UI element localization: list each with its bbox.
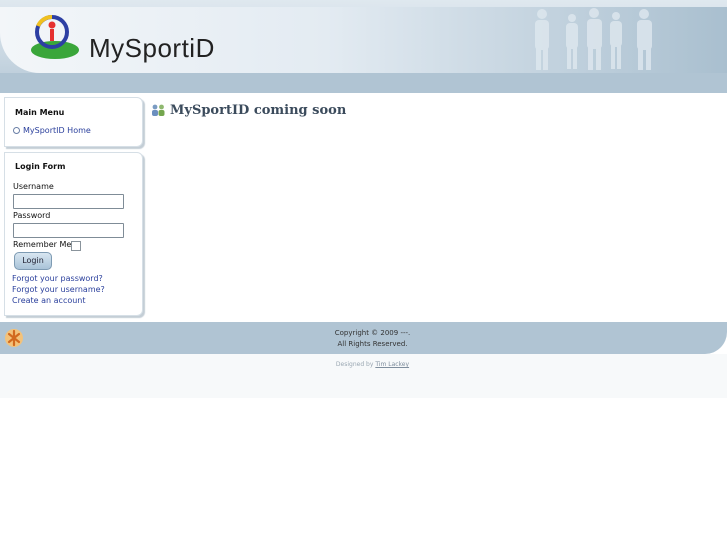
main-menu-panel: Main Menu MySportID Home [4,97,143,147]
username-label: Username [13,182,54,191]
forgot-username-link[interactable]: Forgot your username? [12,285,105,294]
logo-text[interactable]: MySportiD [89,33,215,64]
header-band [0,73,727,93]
remember-me-checkbox[interactable] [71,241,81,251]
page-heading: MySportID coming soon [170,103,347,118]
remember-me-label: Remember Me [13,240,72,249]
username-input[interactable] [13,194,124,209]
menu-item-label[interactable]: MySportID Home [23,126,91,135]
people-silhouettes-graphic [535,8,652,70]
copyright-text: Copyright © 2009 ---. All Rights Reserve… [0,328,727,350]
users-icon [152,104,165,116]
page-title: MySportID coming soon [151,103,346,118]
designer-link[interactable]: Tim Lackey [375,361,409,368]
copyright-line-1: Copyright © 2009 ---. [334,329,411,337]
login-button[interactable]: Login [14,252,52,270]
logo-icon[interactable] [28,12,80,62]
copyright-line-2: All Rights Reserved. [337,340,408,348]
create-account-link[interactable]: Create an account [12,296,86,305]
main-menu-title: Main Menu [15,108,65,117]
password-label: Password [13,211,51,220]
bullet-icon [13,127,20,134]
forgot-password-link[interactable]: Forgot your password? [12,274,103,283]
login-form-panel: Login Form Username Password Remember Me… [4,152,143,316]
designed-by: Designed by Tim Lackey [0,361,727,368]
login-form-title: Login Form [15,162,66,171]
site-header: MySportiD [0,0,727,93]
password-input[interactable] [13,223,124,238]
menu-item-home[interactable]: MySportID Home [13,126,91,135]
designed-by-prefix: Designed by [335,361,374,368]
